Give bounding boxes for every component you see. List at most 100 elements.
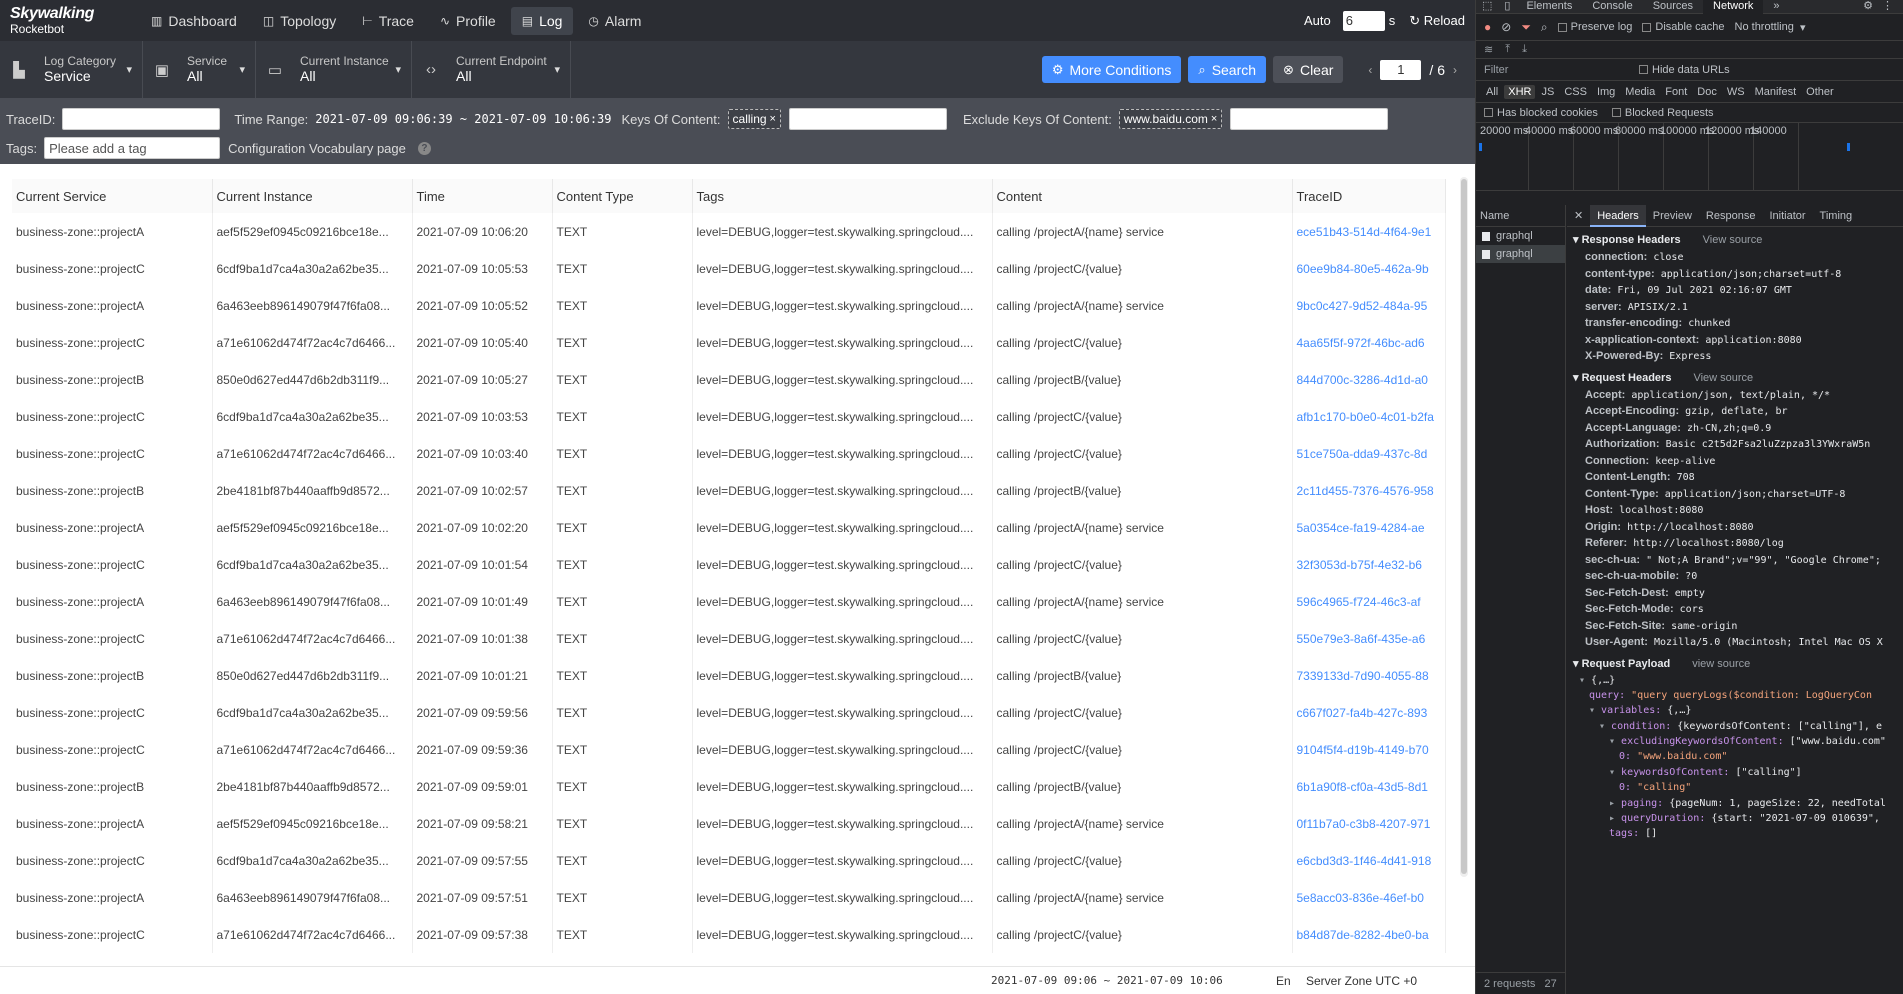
auto-interval-input[interactable] [1342,10,1385,31]
table-row[interactable]: business-zone::projectA aef5f529ef0945c09… [12,509,1446,546]
request-payload-header[interactable]: ▾ Request Payload view source [1573,655,1903,673]
filter-input[interactable]: Filter [1484,64,1634,76]
resource-type-filter[interactable]: WS [1723,85,1749,99]
trace-id-cell[interactable]: 6b1a90f8-cf0a-43d5-8d1 [1292,768,1446,805]
trace-id-cell[interactable]: 51ce750a-dda9-437c-8d [1292,435,1446,472]
trace-id-cell[interactable]: 2c11d455-7376-4576-958 [1292,472,1446,509]
column-header[interactable]: Current Instance [212,179,413,213]
table-row[interactable]: business-zone::projectA 6a463eeb896149079… [12,287,1446,324]
time-range-value[interactable]: 2021-07-09 09:06:39 ~ 2021-07-09 10:06:3… [315,112,611,126]
table-row[interactable]: business-zone::projectC a71e61062d474f72a… [12,324,1446,361]
device-icon[interactable]: ▯ [1498,0,1516,14]
trace-id-cell[interactable]: 9104f5f4-d19b-4149-b70 [1292,731,1446,768]
resource-type-filter[interactable]: Font [1661,85,1691,99]
nav-item-dashboard[interactable]: ▥ Dashboard [140,7,248,35]
endpoint-select[interactable]: ‹› Current Endpoint All ▾ [412,41,571,98]
clear-log-icon[interactable]: ⊘ [1501,20,1511,34]
column-header[interactable]: TraceID [1292,179,1446,213]
table-row[interactable]: business-zone::projectA aef5f529ef0945c09… [12,805,1446,842]
detail-tab[interactable]: Timing [1813,205,1860,227]
disable-cache-checkbox[interactable]: Disable cache [1642,21,1725,33]
table-row[interactable]: business-zone::projectA 6a463eeb896149079… [12,583,1446,620]
record-icon[interactable]: ● [1484,20,1491,34]
payload-line[interactable]: 0: "www.baidu.com" [1573,749,1903,764]
payload-line[interactable]: 0: "calling" [1573,780,1903,795]
view-source-link[interactable]: View source [1703,234,1763,246]
table-row[interactable]: business-zone::projectC a71e61062d474f72a… [12,916,1446,953]
table-row[interactable]: business-zone::projectA aef5f529ef0945c09… [12,213,1446,250]
column-header[interactable]: Content Type [552,179,693,213]
devtools-tab[interactable]: Sources [1643,0,1703,14]
trace-id-cell[interactable]: 32f3053d-b75f-4e32-b6 [1292,546,1446,583]
import-icon[interactable]: ⤒ [1505,43,1510,56]
trace-id-cell[interactable]: 844d700c-3286-4d1d-a0 [1292,361,1446,398]
table-row[interactable]: business-zone::projectC 6cdf9ba1d7ca4a30a… [12,250,1446,287]
column-header[interactable]: Current Service [12,179,213,213]
trace-id-cell[interactable]: afb1c170-b0e0-4c01-b2fa [1292,398,1446,435]
name-column-header[interactable]: Name [1476,205,1565,227]
network-overview-timeline[interactable]: 20000 ms 40000 ms 60000 ms 80000 ms 100000 m… [1476,123,1903,191]
table-row[interactable]: business-zone::projectC 6cdf9ba1d7ca4a30a… [12,842,1446,879]
nav-item-trace[interactable]: ⊢ Trace [351,7,425,35]
table-row[interactable]: business-zone::projectC a71e61062d474f72a… [12,731,1446,768]
more-icon[interactable]: ⋮ [1872,0,1903,14]
devtools-tab[interactable]: » [1763,0,1789,14]
payload-line[interactable]: tags: [] [1573,826,1903,841]
column-header[interactable]: Content [992,179,1293,213]
table-row[interactable]: business-zone::projectB 850e0d627ed447d6b… [12,361,1446,398]
nav-item-log[interactable]: ▤ Log [510,6,574,35]
resource-type-filter[interactable]: Manifest [1751,85,1801,99]
footer-time-range[interactable]: 2021-07-09 09:06 ~ 2021-07-09 10:06 [991,974,1223,987]
column-header[interactable]: Tags [692,179,993,213]
table-scrollbar[interactable] [1460,177,1468,877]
table-row[interactable]: business-zone::projectA 6a463eeb896149079… [12,879,1446,916]
next-page-icon[interactable]: › [1453,63,1457,77]
inspect-icon[interactable]: ⬚ [1476,0,1498,14]
trace-id-cell[interactable]: 9bc0c427-9d52-484a-95 [1292,287,1446,324]
resource-type-filter[interactable]: CSS [1560,85,1591,99]
payload-line[interactable]: ▸ paging: {pageNum: 1, pageSize: 22, nee… [1573,796,1903,811]
view-source-link[interactable]: view source [1692,658,1750,670]
footer-server-zone[interactable]: Server Zone UTC +0 [1306,974,1417,988]
trace-id-cell[interactable]: ece51b43-514d-4f64-9e1 [1292,213,1446,250]
trace-id-cell[interactable]: 550e79e3-8a6f-435e-a6 [1292,620,1446,657]
trace-id-cell[interactable]: 5a0354ce-fa19-4284-ae [1292,509,1446,546]
request-headers-header[interactable]: ▾ Request Headers View source [1573,369,1903,387]
table-row[interactable]: business-zone::projectB 2be4181bf87b440aa… [12,472,1446,509]
trace-id-cell[interactable]: 596c4965-f724-46c3-af [1292,583,1446,620]
view-source-link[interactable]: View source [1693,372,1753,384]
trace-id-cell[interactable]: 5e8acc03-836e-46ef-b0 [1292,879,1446,916]
payload-line[interactable]: ▾ keywordsOfContent: ["calling"] [1573,765,1903,780]
table-row[interactable]: business-zone::projectC a71e61062d474f72a… [12,620,1446,657]
wifi-icon[interactable]: ≋ [1484,43,1493,56]
resource-type-filter[interactable]: Media [1621,85,1659,99]
trace-id-cell[interactable]: 4aa65f5f-972f-46bc-ad6 [1292,324,1446,361]
table-row[interactable]: business-zone::projectC 6cdf9ba1d7ca4a30a… [12,398,1446,435]
page-input[interactable] [1380,59,1422,80]
tags-input[interactable] [44,137,221,159]
preserve-log-checkbox[interactable]: Preserve log [1557,21,1632,33]
table-row[interactable]: business-zone::projectB 2be4181bf87b440aa… [12,768,1446,805]
has-blocked-cookies-checkbox[interactable]: Has blocked cookies [1484,107,1598,119]
remove-tag-icon[interactable]: × [1211,113,1217,125]
nav-item-topology[interactable]: ◫ Topology [252,7,347,35]
resource-type-filter[interactable]: All [1482,85,1502,99]
detail-tab[interactable]: Response [1699,205,1763,227]
logo[interactable]: Skywalking Rocketbot [0,6,140,36]
export-icon[interactable]: ⤓ [1522,43,1527,56]
log-category-select[interactable]: ▙ Log Category Service ▾ [0,41,143,98]
nav-item-alarm[interactable]: ◷ Alarm [577,7,652,35]
detail-tab[interactable]: Preview [1646,205,1699,227]
instance-select[interactable]: ▭ Current Instance All ▾ [256,41,412,98]
payload-line[interactable]: ▾ excludingKeywordsOfContent: ["www.baid… [1573,734,1903,749]
payload-line[interactable]: ▾ variables: {,…} [1573,703,1903,718]
filter-icon[interactable]: ⏷ [1521,20,1531,35]
trace-id-cell[interactable]: 60ee9b84-80e5-462a-9b [1292,250,1446,287]
scrollbar-thumb[interactable] [1461,179,1467,874]
table-row[interactable]: business-zone::projectC 6cdf9ba1d7ca4a30a… [12,694,1446,731]
footer-language[interactable]: En [1276,974,1291,988]
detail-tab[interactable]: Initiator [1762,205,1812,227]
resource-type-filter[interactable]: Other [1802,85,1838,99]
trace-id-input[interactable] [62,108,221,130]
resource-type-filter[interactable]: JS [1537,85,1558,99]
